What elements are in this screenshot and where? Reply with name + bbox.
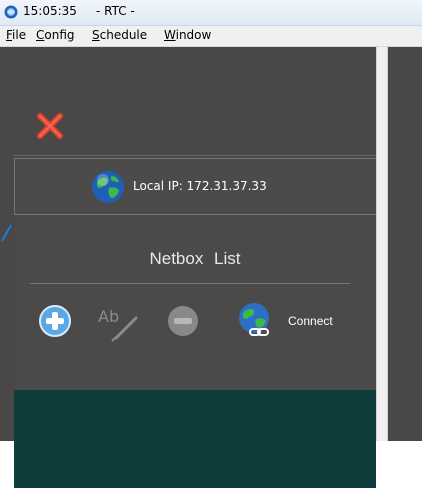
menu-config-label: onfig bbox=[44, 28, 75, 42]
expand-marker-icon[interactable] bbox=[0, 223, 14, 243]
app-icon bbox=[4, 5, 18, 19]
left-strip bbox=[0, 155, 14, 441]
connect-globe-icon bbox=[239, 303, 269, 336]
menu-window-accel: W bbox=[164, 28, 176, 42]
menu-window[interactable]: Window bbox=[164, 28, 211, 42]
local-ip-label: Local IP: 172.31.37.33 bbox=[133, 179, 267, 193]
connect-label: Connect bbox=[288, 314, 333, 328]
menu-config[interactable]: Config bbox=[36, 28, 75, 42]
window-title: - RTC - bbox=[96, 4, 135, 18]
window-titlebar: 15:05:35 - RTC - bbox=[0, 0, 422, 26]
title-time: 15:05:35 bbox=[23, 4, 77, 18]
netbox-list-title: Netbox List bbox=[149, 249, 241, 268]
menu-schedule-accel: S bbox=[92, 28, 100, 42]
netbox-sidebar: Local IP: 172.31.37.33 Netbox List Ab Co… bbox=[0, 47, 376, 488]
close-area bbox=[0, 47, 376, 156]
menu-schedule-label: chedule bbox=[99, 28, 148, 42]
svg-text:Ab: Ab bbox=[98, 307, 119, 326]
main-panel bbox=[388, 47, 422, 441]
remove-netbox-button[interactable] bbox=[166, 304, 200, 338]
connect-button[interactable]: Connect bbox=[236, 301, 356, 343]
menu-bar: File Config Schedule Window bbox=[0, 26, 422, 47]
menu-file[interactable]: File bbox=[6, 28, 26, 42]
netbox-divider bbox=[30, 283, 350, 284]
local-ip-box: Local IP: 172.31.37.33 bbox=[14, 158, 376, 215]
menu-schedule[interactable]: Schedule bbox=[92, 28, 147, 42]
menu-file-label: ile bbox=[12, 28, 27, 42]
close-icon[interactable] bbox=[34, 110, 66, 142]
globe-icon bbox=[92, 171, 124, 203]
panel-splitter[interactable] bbox=[376, 47, 388, 441]
add-netbox-button[interactable] bbox=[38, 304, 72, 338]
rename-netbox-button[interactable]: Ab bbox=[96, 304, 142, 342]
netbox-list-area[interactable] bbox=[14, 390, 376, 488]
menu-window-label: indow bbox=[175, 28, 212, 42]
